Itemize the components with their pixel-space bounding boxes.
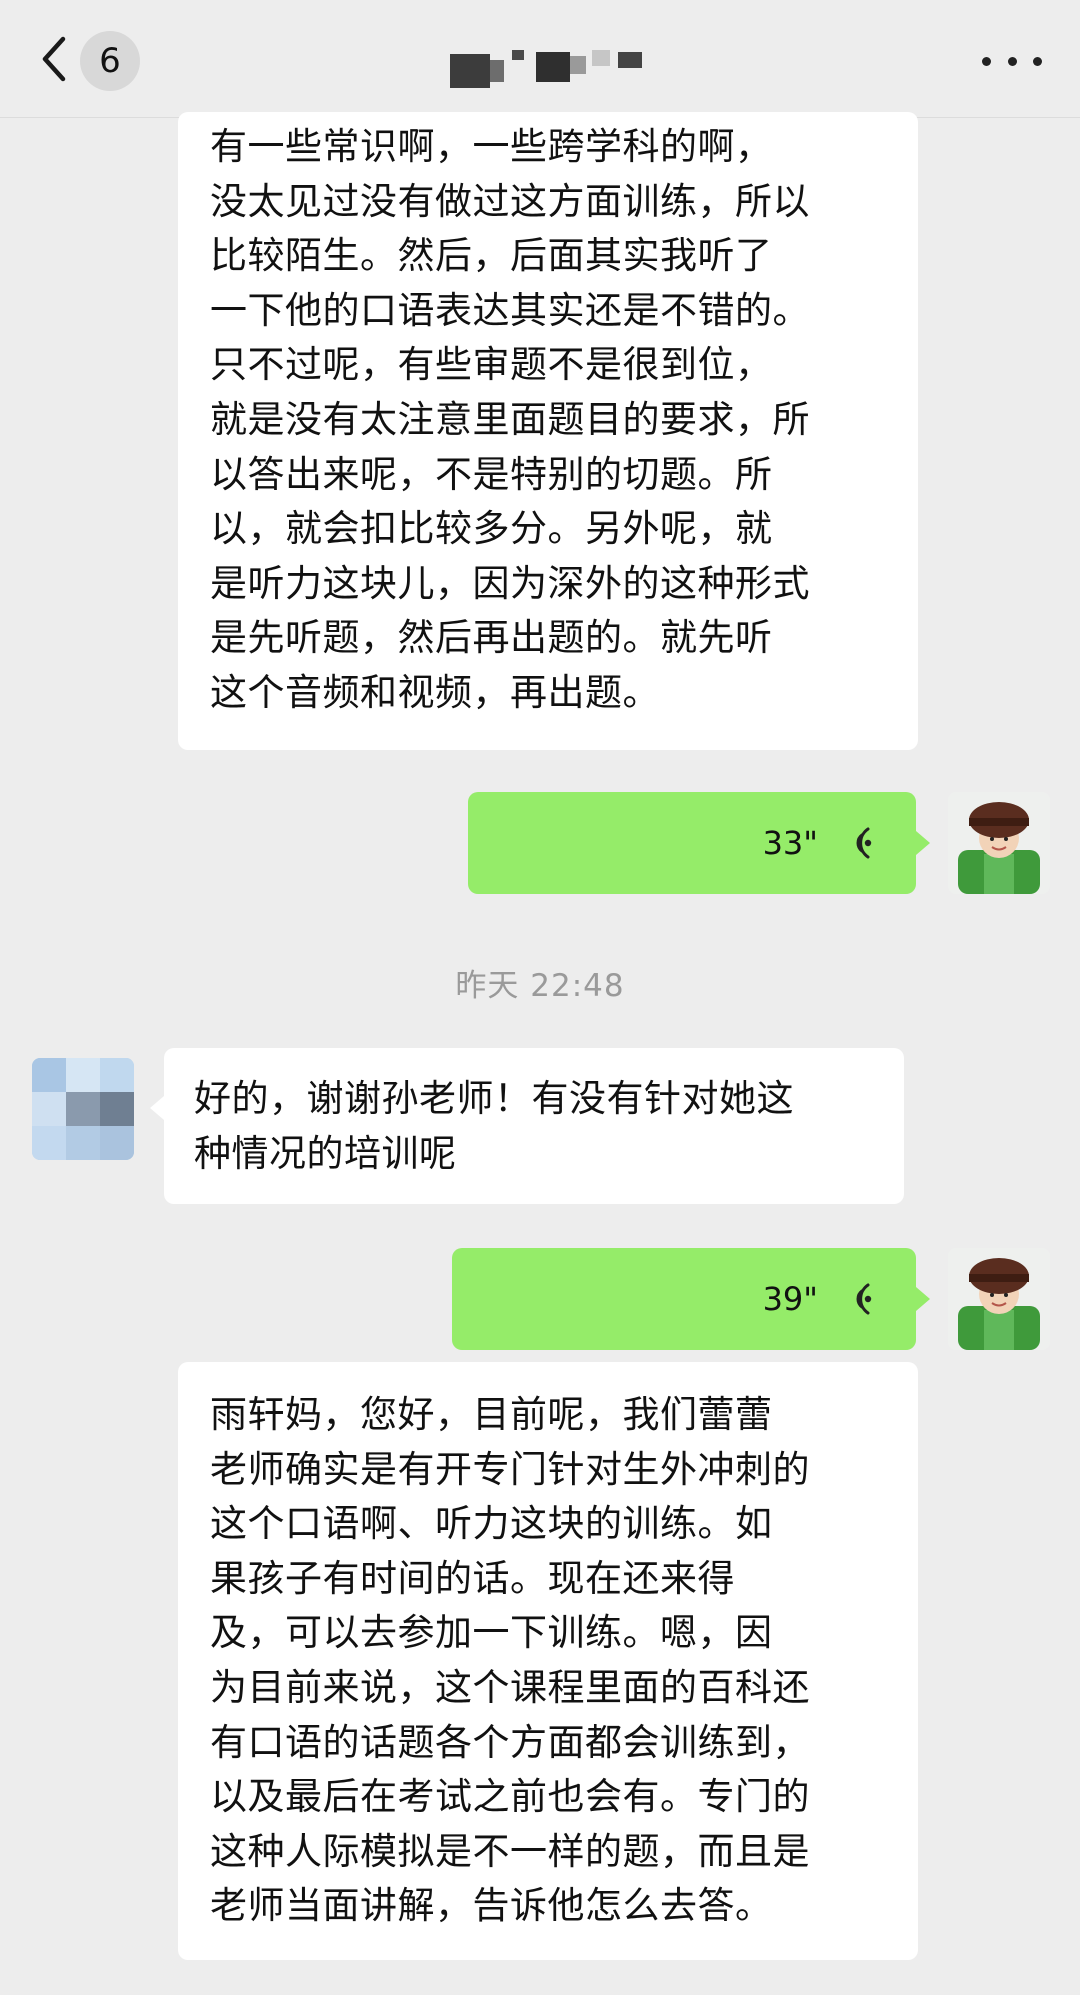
self-avatar[interactable] — [948, 1248, 1050, 1350]
voice-wave-icon — [856, 1283, 872, 1315]
voice-duration: 33" — [762, 824, 818, 862]
more-dots-icon — [982, 56, 991, 66]
bubble-tail — [150, 1096, 164, 1120]
chevron-left-icon — [42, 36, 66, 82]
voice-wave-icon — [856, 827, 872, 859]
bubble-tail — [916, 831, 930, 855]
contact-avatar-pixelated[interactable] — [32, 1058, 134, 1160]
back-button[interactable] — [36, 34, 72, 84]
voice-message-sent[interactable]: 33" — [468, 792, 916, 894]
unread-count-badge[interactable]: 6 — [80, 31, 140, 91]
more-dot — [1007, 56, 1017, 66]
chat-screen: 6 有一些常识啊，一些跨学科的啊， 没太见过没有做过这方面训练，所以 比较陌生。… — [0, 0, 1080, 1995]
bubble-tail — [916, 1287, 930, 1311]
message-bubble-received[interactable]: 好的，谢谢孙老师！有没有针对她这 种情况的培训呢 — [164, 1048, 904, 1204]
more-options-button[interactable] — [982, 36, 1042, 86]
contact-name-redacted — [450, 48, 660, 90]
self-avatar[interactable] — [948, 792, 1050, 894]
voice-message-sent[interactable]: 39" — [452, 1248, 916, 1350]
chat-timestamp: 昨天 22:48 — [455, 968, 625, 1004]
chat-header: 6 — [0, 0, 1080, 118]
message-bubble-received[interactable]: 雨轩妈，您好，目前呢，我们蕾蕾 老师确实是有开专门针对生外冲刺的 这个口语啊、听… — [178, 1362, 918, 1960]
message-bubble-received[interactable]: 有一些常识啊，一些跨学科的啊， 没太见过没有做过这方面训练，所以 比较陌生。然后… — [178, 112, 918, 750]
more-dot — [1033, 56, 1042, 66]
voice-duration: 39" — [762, 1280, 818, 1318]
